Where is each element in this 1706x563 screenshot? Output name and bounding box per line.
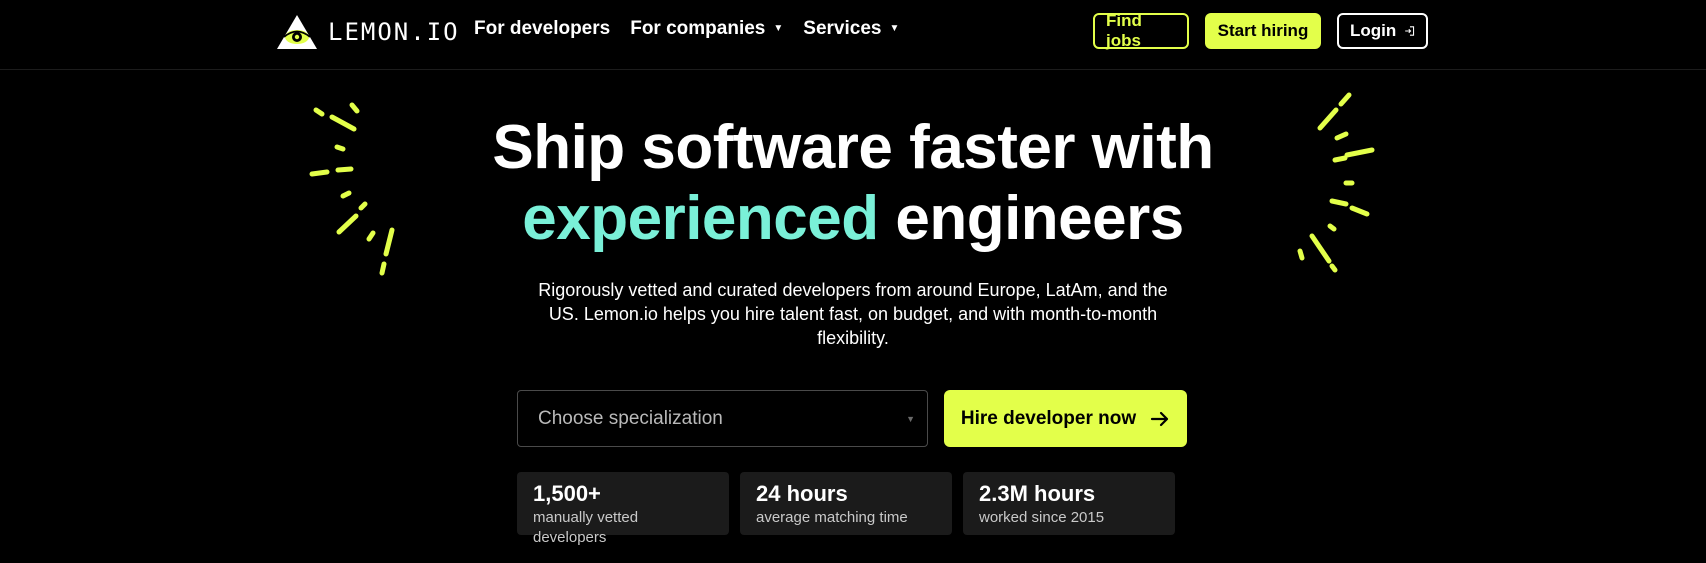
main-nav: For developers For companies ▼ Services … (474, 18, 899, 40)
stat-value: 1,500+ (533, 481, 601, 506)
hero-title-line1: Ship software faster with (492, 113, 1214, 182)
specialization-placeholder: Choose specialization (538, 407, 723, 429)
login-arrow-icon (1405, 26, 1415, 36)
nav-for-companies-label: For companies (630, 18, 766, 39)
stat-value: 2.3M hours (979, 481, 1096, 506)
nav-services-label: Services (803, 18, 882, 39)
nav-for-companies[interactable]: For companies ▼ (630, 18, 783, 40)
hero-title-rest: engineers (895, 184, 1184, 253)
stats-row: 1,500+ manually vetted developers 24 hou… (517, 472, 1175, 546)
logo[interactable]: LEMON.IO (276, 12, 460, 52)
lemon-eye-logo-icon (277, 15, 317, 49)
hero-subtitle: Rigorously vetted and curated developers… (538, 280, 1168, 348)
top-navigation-bar: LEMON.IO For developers For companies ▼ … (0, 0, 1706, 70)
logo-text: LEMON.IO (328, 18, 460, 46)
nav-for-developers[interactable]: For developers (474, 18, 610, 40)
hero-title-accent: experienced (522, 184, 879, 253)
stat-card: 24 hours average matching time (740, 472, 952, 535)
login-button[interactable]: Login (1337, 13, 1428, 49)
hire-developer-label: Hire developer now (960, 407, 1137, 429)
hero-title: Ship software faster with experienced en… (0, 112, 1706, 254)
chevron-down-icon: ▼ (906, 414, 915, 424)
nav-services[interactable]: Services ▼ (803, 18, 899, 40)
start-hiring-button[interactable]: Start hiring (1205, 13, 1321, 49)
caret-down-icon: ▼ (773, 23, 784, 34)
header-actions: Find jobs Start hiring Login (1093, 11, 1428, 50)
stat-value: 24 hours (756, 481, 848, 506)
caret-down-icon: ▼ (889, 23, 900, 34)
arrow-right-icon (1151, 411, 1169, 426)
stat-label: average matching time (756, 509, 908, 526)
find-jobs-button[interactable]: Find jobs (1093, 11, 1189, 50)
hire-developer-button[interactable]: Hire developer now (944, 390, 1187, 447)
stat-card: 2.3M hours worked since 2015 (963, 472, 1175, 535)
stat-label: manually vetted developers (533, 509, 639, 546)
specialization-select[interactable]: Choose specialization ▼ (517, 390, 928, 447)
stat-card: 1,500+ manually vetted developers (517, 472, 729, 546)
stat-label: worked since 2015 (979, 509, 1105, 526)
login-label: Login (1350, 21, 1397, 40)
nav-for-developers-label: For developers (474, 18, 611, 39)
